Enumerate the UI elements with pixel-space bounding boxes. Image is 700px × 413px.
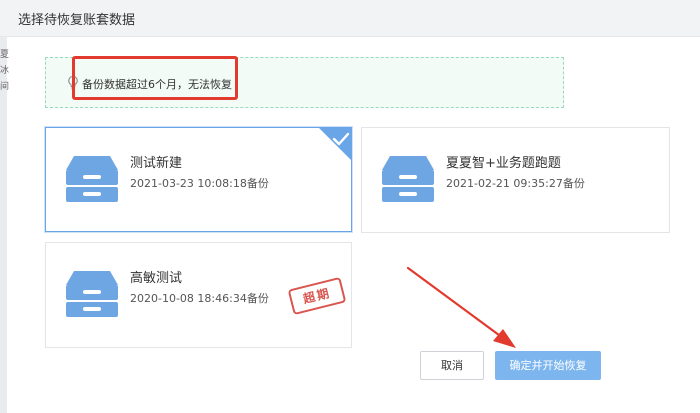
archive-drawer-icon (66, 271, 118, 317)
tip-highlight-annotation (72, 56, 238, 100)
archive-drawer-icon (66, 156, 118, 202)
confirm-restore-button[interactable]: 确定并开始恢复 (495, 351, 601, 380)
background-edge-text: 间 (0, 82, 10, 92)
selected-check-icon (319, 128, 351, 160)
backup-card[interactable]: 夏夏智+业务题跑题 2021-02-21 09:35:27备份 (361, 127, 670, 233)
expired-stamp: 超期 (287, 276, 347, 316)
card-backup-time: 2021-03-23 10:08:18备份 (130, 177, 269, 190)
card-name: 高敏测试 (130, 271, 183, 286)
background-window-edge (0, 0, 7, 413)
background-edge-text: 夏 (0, 50, 10, 60)
dialog-title: 选择待恢复账套数据 (18, 13, 136, 28)
card-name: 夏夏智+业务题跑题 (446, 156, 561, 171)
card-name: 测试新建 (130, 156, 183, 171)
card-backup-time: 2020-10-08 18:46:34备份 (130, 292, 269, 305)
backup-card[interactable]: 高敏测试 2020-10-08 18:46:34备份 超期 (45, 242, 352, 348)
dialog-header: 选择待恢复账套数据 (0, 0, 700, 37)
background-edge-text: 冰 (0, 66, 10, 76)
archive-drawer-icon (382, 156, 434, 202)
card-backup-time: 2021-02-21 09:35:27备份 (446, 177, 585, 190)
cancel-button[interactable]: 取消 (420, 351, 484, 380)
backup-card[interactable]: 测试新建 2021-03-23 10:08:18备份 (45, 127, 352, 232)
